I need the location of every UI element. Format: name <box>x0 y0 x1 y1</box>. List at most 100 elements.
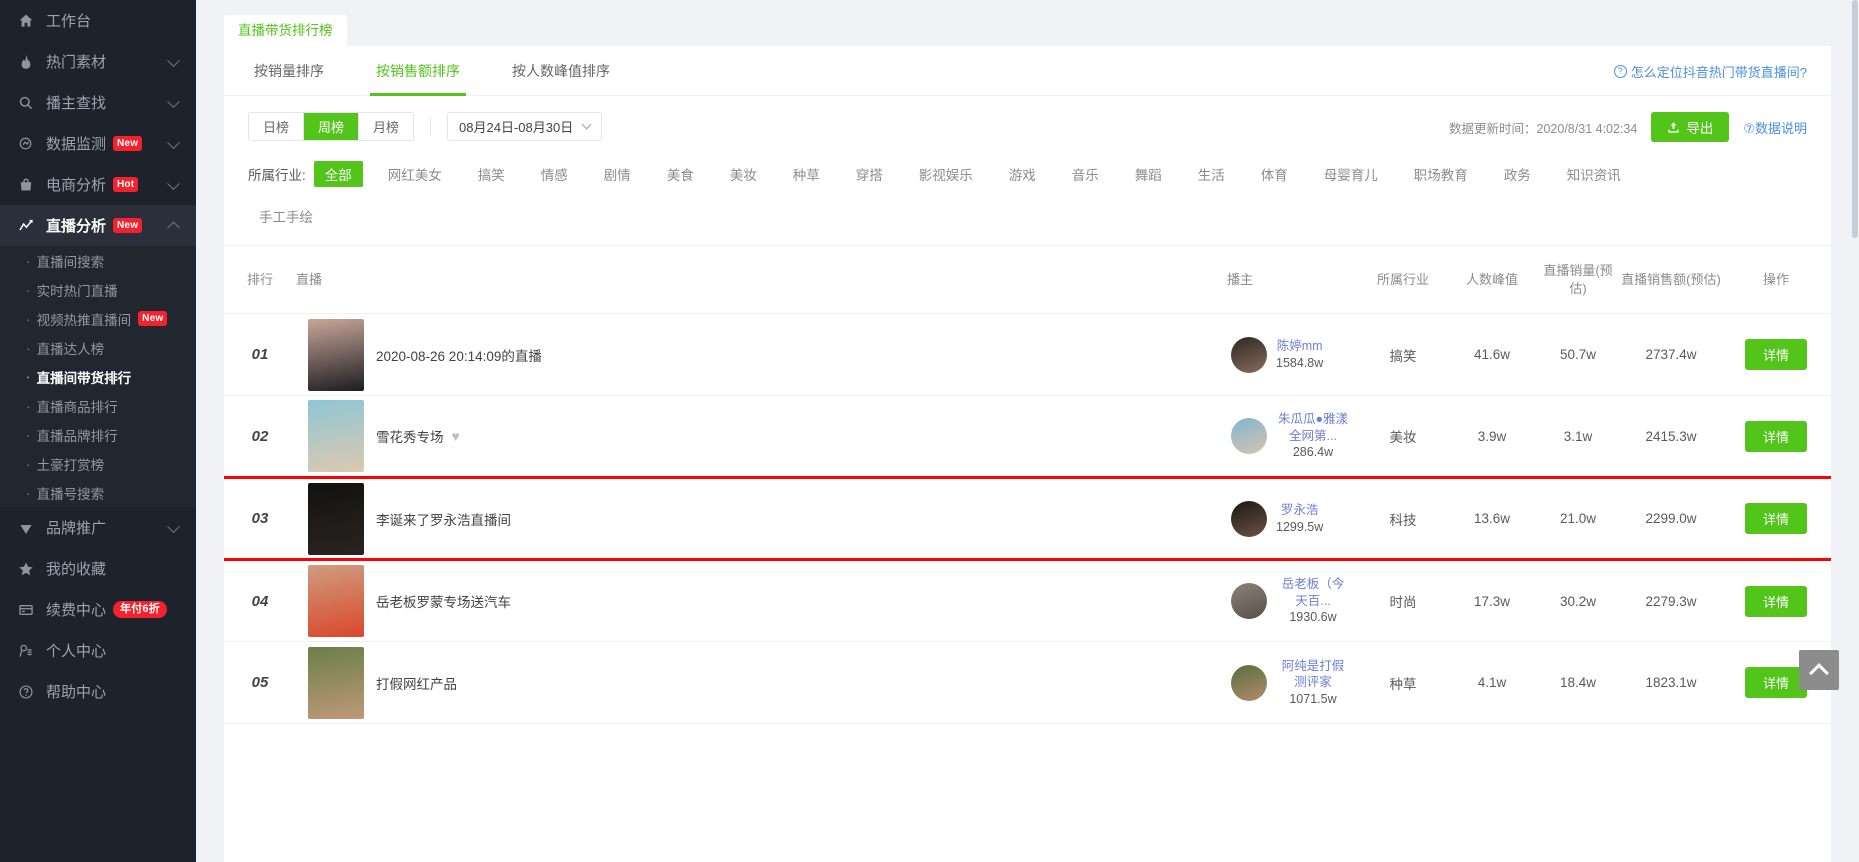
anchor-info[interactable]: 岳老板（今天百... 1930.6w <box>1227 576 1357 626</box>
sidebar-bottom-item-4[interactable]: 帮助中心 <box>0 671 196 712</box>
sidebar-subitem-3[interactable]: 直播达人榜 <box>0 333 196 362</box>
anchor-name[interactable]: 阿纯是打假测评家 <box>1276 658 1350 691</box>
anchor-name[interactable]: 朱瓜瓜●雅漾全网第... <box>1276 411 1350 444</box>
sidebar-subitem-0[interactable]: 直播间搜索 <box>0 246 196 275</box>
back-to-top-button[interactable] <box>1799 650 1839 690</box>
sidebar-subitem-4[interactable]: 直播间带货排行 <box>0 362 196 391</box>
industry-option-10[interactable]: 游戏 <box>998 161 1047 187</box>
industry-option-6[interactable]: 美妆 <box>719 161 768 187</box>
period-segmented-control[interactable]: 日榜 周榜 月榜 <box>248 112 415 141</box>
period-option-2[interactable]: 月榜 <box>359 113 414 140</box>
detail-button[interactable]: 详情 <box>1744 585 1807 617</box>
heart-icon[interactable]: ♥ <box>452 428 460 444</box>
live-thumbnail[interactable] <box>308 318 364 391</box>
avatar[interactable] <box>1231 418 1267 455</box>
industry-option-0[interactable]: 全部 <box>313 161 363 187</box>
live-room-title-wrap[interactable]: 李诞来了罗永浩直播间 <box>376 509 1227 529</box>
cell-thumbnail[interactable] <box>296 395 376 479</box>
sidebar-subitem-6[interactable]: 直播品牌排行 <box>0 420 196 449</box>
sidebar-bottom-item-1[interactable]: 我的收藏 <box>0 548 196 589</box>
sidebar-subitem-2[interactable]: 视频热推直播间 New <box>0 304 196 333</box>
anchor-info[interactable]: 陈婷mm 1584.8w <box>1227 336 1357 373</box>
detail-button[interactable]: 详情 <box>1744 420 1807 452</box>
industry-option-8[interactable]: 穿搭 <box>845 161 894 187</box>
sidebar-item-3[interactable]: 数据监测 New <box>0 123 196 164</box>
avatar[interactable] <box>1231 336 1267 373</box>
export-button[interactable]: 导出 <box>1651 112 1730 142</box>
industry-option-12[interactable]: 舞蹈 <box>1124 161 1173 187</box>
live-thumbnail[interactable] <box>308 482 364 555</box>
live-thumbnail[interactable] <box>308 400 364 473</box>
sidebar-item-1[interactable]: 热门素材 <box>0 41 196 82</box>
sidebar-bottom-item-0[interactable]: 品牌推广 <box>0 507 196 548</box>
live-room-title-wrap[interactable]: 2020-08-26 20:14:09的直播 <box>376 345 1227 365</box>
anchor-info[interactable]: 朱瓜瓜●雅漾全网第... 286.4w <box>1227 411 1357 461</box>
industry-option-19[interactable]: 手工手绘 <box>248 203 324 229</box>
industry-option-7[interactable]: 种草 <box>782 161 831 187</box>
cell-thumbnail[interactable] <box>296 641 376 725</box>
anchor-info[interactable]: 罗永浩 1299.5w <box>1227 500 1357 537</box>
sidebar-subitem-1[interactable]: 实时热门直播 <box>0 275 196 304</box>
live-thumbnail[interactable] <box>308 565 364 638</box>
table-row[interactable]: 02 雪花秀专场 ♥ 朱瓜瓜●雅漾全网第... 286.4w 美妆 3.9w 3… <box>224 395 1831 479</box>
sidebar-item-0[interactable]: 工作台 <box>0 0 196 41</box>
industry-option-1[interactable]: 网红美女 <box>377 161 453 187</box>
avatar[interactable] <box>1231 500 1267 537</box>
page-scrollbar[interactable] <box>1851 0 1859 862</box>
sort-tab-1[interactable]: 按销售额排序 <box>370 46 466 96</box>
detail-button[interactable]: 详情 <box>1744 503 1807 535</box>
industry-option-15[interactable]: 母婴育儿 <box>1313 161 1389 187</box>
industry-option-2[interactable]: 搞笑 <box>467 161 516 187</box>
sidebar-bottom-item-2[interactable]: 续费中心 年付6折 <box>0 589 196 630</box>
sidebar-subitem-5[interactable]: 直播商品排行 <box>0 391 196 420</box>
cell-thumbnail[interactable] <box>296 476 376 562</box>
industry-option-17[interactable]: 政务 <box>1493 161 1542 187</box>
industry-option-18[interactable]: 知识资讯 <box>1556 161 1632 187</box>
period-option-1[interactable]: 周榜 <box>304 113 360 140</box>
industry-option-9[interactable]: 影视娱乐 <box>908 161 984 187</box>
industry-option-4[interactable]: 剧情 <box>593 161 642 187</box>
live-thumbnail[interactable] <box>308 646 364 719</box>
table-row[interactable]: 01 2020-08-26 20:14:09的直播 陈婷mm 1584.8w 搞… <box>224 313 1831 397</box>
avatar[interactable] <box>1231 664 1267 701</box>
detail-button[interactable]: 详情 <box>1744 667 1807 699</box>
cell-thumbnail[interactable] <box>296 559 376 643</box>
rank-value: 05 <box>251 674 269 692</box>
sidebar-bottom-item-3[interactable]: 个人中心 <box>0 630 196 671</box>
industry-option-16[interactable]: 职场教育 <box>1403 161 1479 187</box>
anchor-name[interactable]: 陈婷mm <box>1276 338 1323 355</box>
date-range-picker[interactable]: 08月24日-08月30日 <box>447 112 603 141</box>
avatar[interactable] <box>1231 583 1267 620</box>
tab-live-sales-ranking[interactable]: 直播带货排行榜 <box>224 14 347 46</box>
cell-thumbnail[interactable] <box>296 313 376 397</box>
sidebar-subitem-7[interactable]: 土豪打赏榜 <box>0 449 196 478</box>
anchor-info[interactable]: 阿纯是打假测评家 1071.5w <box>1227 658 1357 708</box>
sidebar-item-4[interactable]: 电商分析 Hot <box>0 164 196 205</box>
sidebar-item-2[interactable]: 播主查找 <box>0 82 196 123</box>
table-row[interactable]: 04 岳老板罗蒙专场送汽车 岳老板（今天百... 1930.6w 时尚 17.3… <box>224 559 1831 643</box>
sidebar-item-label: 播主查找 <box>46 95 107 112</box>
detail-button[interactable]: 详情 <box>1744 339 1807 371</box>
industry-option-5[interactable]: 美食 <box>656 161 705 187</box>
period-option-0[interactable]: 日榜 <box>249 113 305 140</box>
live-room-title-wrap[interactable]: 打假网红产品 <box>376 673 1227 693</box>
scrollbar-thumb[interactable] <box>1852 0 1858 238</box>
live-room-title: 2020-08-26 20:14:09的直播 <box>376 348 542 364</box>
anchor-name[interactable]: 岳老板（今天百... <box>1276 576 1350 609</box>
sidebar-item-5[interactable]: 直播分析 New <box>0 205 196 246</box>
data-description-link[interactable]: ⑦数据说明 <box>1743 118 1807 137</box>
how-to-find-hot-rooms-link[interactable]: ? 怎么定位抖音热门带货直播间? <box>1613 62 1807 81</box>
industry-option-3[interactable]: 情感 <box>530 161 579 187</box>
industry-option-11[interactable]: 音乐 <box>1061 161 1110 187</box>
anchor-name[interactable]: 罗永浩 <box>1276 502 1323 519</box>
live-room-title-wrap[interactable]: 雪花秀专场 ♥ <box>376 426 1227 446</box>
industry-option-13[interactable]: 生活 <box>1187 161 1236 187</box>
sort-tab-0[interactable]: 按销量排序 <box>248 46 330 96</box>
bag-icon <box>16 177 36 193</box>
sort-tab-2[interactable]: 按人数峰值排序 <box>506 46 616 96</box>
table-row[interactable]: 05 打假网红产品 阿纯是打假测评家 1071.5w 种草 4.1w 18.4w… <box>224 641 1831 725</box>
industry-option-14[interactable]: 体育 <box>1250 161 1299 187</box>
sidebar-subitem-8[interactable]: 直播号搜索 <box>0 478 196 507</box>
table-row[interactable]: 03 李诞来了罗永浩直播间 罗永浩 1299.5w 科技 13.6w 21.0w… <box>224 476 1831 562</box>
live-room-title-wrap[interactable]: 岳老板罗蒙专场送汽车 <box>376 591 1227 611</box>
